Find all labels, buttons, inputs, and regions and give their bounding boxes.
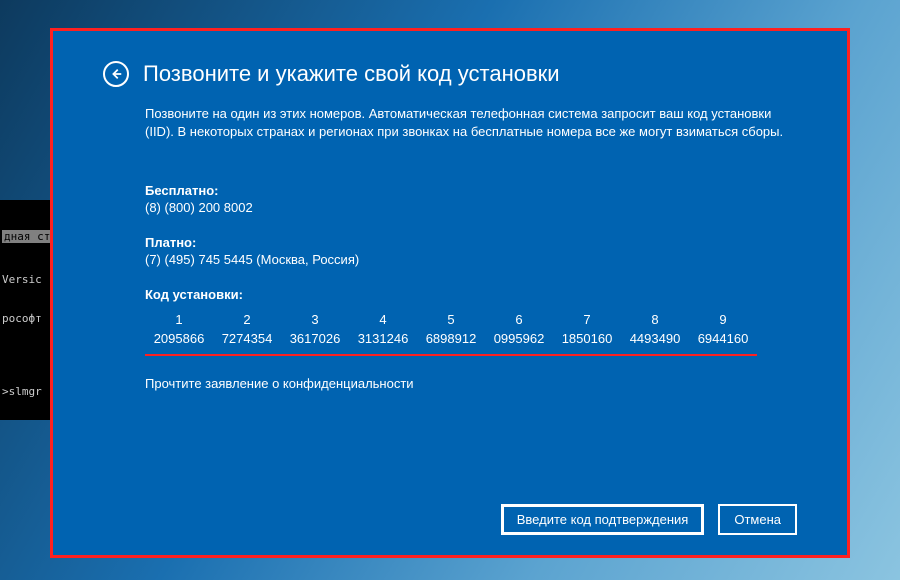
free-phone-number: (8) (800) 200 8002 xyxy=(145,200,797,215)
cancel-button[interactable]: Отмена xyxy=(718,504,797,535)
enter-confirmation-code-button[interactable]: Введите код подтверждения xyxy=(501,504,705,535)
activation-dialog: Позвоните и укажите свой код установки П… xyxy=(53,31,847,555)
arrow-left-icon xyxy=(109,67,123,81)
dialog-highlight-border: Позвоните и укажите свой код установки П… xyxy=(50,28,850,558)
paid-phone-label: Платно: xyxy=(145,235,797,250)
dialog-title: Позвоните и укажите свой код установки xyxy=(143,61,560,87)
iid-header-cell: 9 xyxy=(689,310,757,329)
iid-value-cell: 7274354 xyxy=(213,329,281,348)
iid-value-cell: 0995962 xyxy=(485,329,553,348)
paid-phone-block: Платно: (7) (495) 745 5445 (Москва, Росс… xyxy=(145,235,797,267)
paid-phone-number: (7) (495) 745 5445 (Москва, Россия) xyxy=(145,252,797,267)
iid-value-cell: 2095866 xyxy=(145,329,213,348)
back-button[interactable] xyxy=(103,61,129,87)
iid-value-cell: 6944160 xyxy=(689,329,757,348)
free-phone-block: Бесплатно: (8) (800) 200 8002 xyxy=(145,183,797,215)
iid-value-cell: 4493490 xyxy=(621,329,689,348)
iid-value-cell: 6898912 xyxy=(417,329,485,348)
instructions-text: Позвоните на один из этих номеров. Автом… xyxy=(145,105,797,141)
highlight-underline xyxy=(145,354,757,356)
iid-header-cell: 4 xyxy=(349,310,417,329)
iid-value-cell: 3617026 xyxy=(281,329,349,348)
iid-header-cell: 3 xyxy=(281,310,349,329)
iid-header-cell: 1 xyxy=(145,310,213,329)
installation-id-table: 1 2 3 4 5 6 7 8 9 2095866 7274354 361702… xyxy=(145,310,797,348)
iid-header-cell: 7 xyxy=(553,310,621,329)
iid-value-row: 2095866 7274354 3617026 3131246 6898912 … xyxy=(145,329,797,348)
dialog-header: Позвоните и укажите свой код установки xyxy=(103,61,797,87)
iid-value-cell: 1850160 xyxy=(553,329,621,348)
installation-id-label: Код установки: xyxy=(145,287,797,302)
iid-header-cell: 5 xyxy=(417,310,485,329)
iid-header-cell: 6 xyxy=(485,310,553,329)
dialog-footer: Введите код подтверждения Отмена xyxy=(103,492,797,535)
free-phone-label: Бесплатно: xyxy=(145,183,797,198)
iid-header-row: 1 2 3 4 5 6 7 8 9 xyxy=(145,310,797,329)
iid-header-cell: 8 xyxy=(621,310,689,329)
iid-header-cell: 2 xyxy=(213,310,281,329)
iid-value-cell: 3131246 xyxy=(349,329,417,348)
privacy-statement-link[interactable]: Прочтите заявление о конфиденциальности xyxy=(145,376,414,391)
dialog-body: Позвоните на один из этих номеров. Автом… xyxy=(103,105,797,492)
